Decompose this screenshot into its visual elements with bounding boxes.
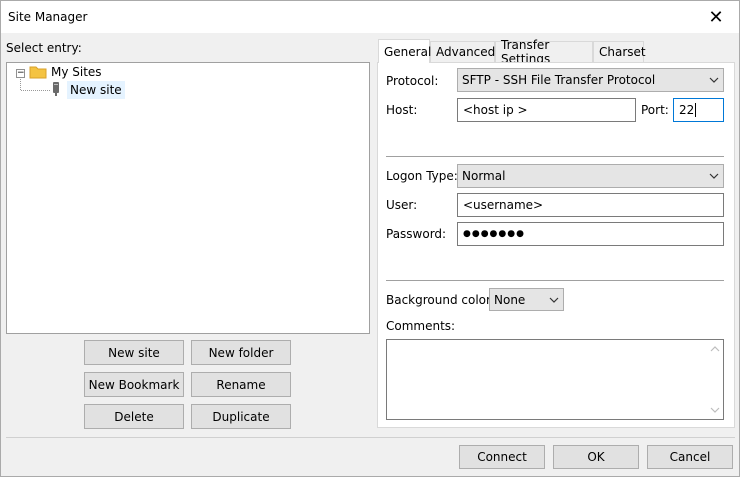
- protocol-value: SFTP - SSH File Transfer Protocol: [462, 73, 656, 87]
- window-title: Site Manager: [8, 10, 88, 24]
- background-color-value: None: [494, 292, 526, 307]
- host-value: <host ip >: [463, 103, 528, 117]
- server-icon: [53, 82, 59, 96]
- title-bar: Site Manager ✕: [1, 1, 739, 33]
- general-panel: Protocol: SFTP - SSH File Transfer Proto…: [377, 62, 735, 428]
- user-input[interactable]: <username>: [457, 193, 724, 217]
- rename-button[interactable]: Rename: [191, 372, 291, 397]
- ok-button[interactable]: OK: [553, 445, 639, 469]
- new-folder-button[interactable]: New folder: [191, 340, 291, 365]
- tree-item-label: New site: [70, 83, 122, 97]
- user-label: User:: [386, 198, 418, 212]
- chevron-down-icon: [709, 77, 719, 83]
- port-input[interactable]: 22: [673, 98, 724, 122]
- tab-label: General: [384, 44, 432, 59]
- background-color-select[interactable]: None: [489, 288, 564, 311]
- chevron-down-icon: [549, 297, 559, 303]
- tab-charset[interactable]: Charset: [593, 41, 646, 62]
- chevron-down-icon: [709, 173, 719, 179]
- scroll-down-icon[interactable]: [710, 406, 720, 414]
- protocol-select[interactable]: SFTP - SSH File Transfer Protocol: [457, 68, 724, 92]
- protocol-label: Protocol:: [386, 74, 439, 88]
- logon-type-value: Normal: [462, 169, 506, 183]
- text-cursor: [695, 103, 697, 117]
- tree-item-label: My Sites: [51, 65, 102, 79]
- separator: [386, 280, 724, 281]
- tree-item-new-site[interactable]: New site: [67, 81, 125, 99]
- comments-label: Comments:: [386, 319, 456, 333]
- footer-separator: [6, 437, 735, 438]
- tree-item-my-sites[interactable]: My Sites: [51, 63, 102, 81]
- connect-button[interactable]: Connect: [459, 445, 545, 469]
- scroll-up-icon[interactable]: [710, 345, 720, 353]
- tab-advanced[interactable]: Advanced: [430, 41, 495, 62]
- tab-general[interactable]: General: [378, 39, 432, 63]
- tree-connector: [20, 79, 50, 91]
- new-bookmark-button[interactable]: New Bookmark: [84, 372, 184, 397]
- folder-icon: [29, 66, 47, 79]
- password-label: Password:: [386, 227, 447, 241]
- cancel-button[interactable]: Cancel: [647, 445, 733, 469]
- host-label: Host:: [386, 103, 418, 117]
- select-entry-label: Select entry:: [6, 41, 82, 55]
- port-value: 22: [679, 103, 695, 117]
- port-label: Port:: [641, 103, 669, 117]
- tab-label: Charset: [599, 45, 646, 59]
- site-tree[interactable]: − My Sites New site: [6, 62, 370, 334]
- background-color-label: Background color:: [386, 293, 495, 307]
- host-input[interactable]: <host ip >: [457, 98, 636, 122]
- comments-textarea[interactable]: [386, 339, 724, 420]
- duplicate-button[interactable]: Duplicate: [191, 404, 291, 429]
- site-manager-window: Site Manager ✕ Select entry: − My Sites …: [0, 0, 740, 477]
- delete-button[interactable]: Delete: [84, 404, 184, 429]
- collapse-toggle-icon[interactable]: −: [16, 69, 25, 78]
- tab-transfer-settings[interactable]: Transfer Settings: [495, 38, 593, 66]
- separator: [386, 156, 724, 157]
- user-value: <username>: [463, 198, 544, 212]
- logon-type-select[interactable]: Normal: [457, 164, 724, 188]
- password-input[interactable]: ●●●●●●●: [457, 222, 724, 246]
- tab-label: Advanced: [436, 45, 496, 59]
- new-site-button[interactable]: New site: [84, 340, 184, 365]
- logon-type-label: Logon Type:: [386, 169, 458, 183]
- password-value: ●●●●●●●: [463, 229, 525, 239]
- close-icon[interactable]: ✕: [693, 1, 739, 33]
